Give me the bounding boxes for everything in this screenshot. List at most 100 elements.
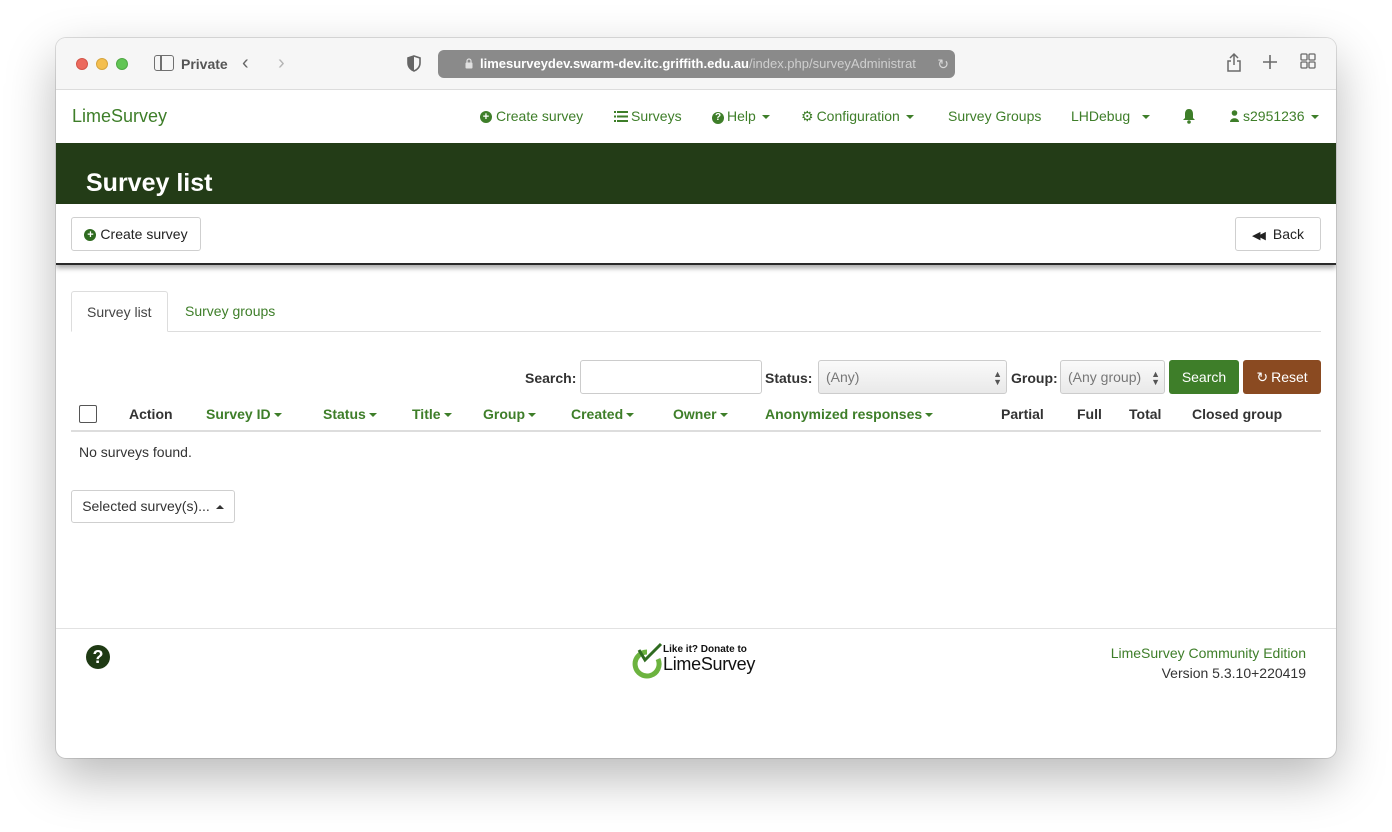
footer-divider	[56, 628, 1336, 629]
survey-table-header: Action Survey ID Status Title Group Crea…	[71, 396, 1321, 432]
edition-link[interactable]: LimeSurvey Community Edition	[1111, 645, 1306, 661]
browser-window: Private ‹ › limesurveydev.swarm-dev.itc.…	[56, 38, 1336, 758]
column-owner[interactable]: Owner	[673, 406, 728, 422]
column-title-label: Title	[412, 406, 441, 422]
nav-debug-label: LHDebug	[1071, 108, 1131, 124]
nav-configuration[interactable]: ⚙ Configuration	[801, 108, 914, 125]
search-input[interactable]	[580, 360, 762, 394]
caret-down-icon	[925, 413, 934, 418]
nav-surveys[interactable]: Surveys	[614, 108, 682, 124]
zoom-window-button[interactable]	[116, 58, 128, 70]
minimize-window-button[interactable]	[96, 58, 108, 70]
status-select[interactable]: (Any) ▲ ▼	[818, 360, 1007, 394]
browser-titlebar: Private ‹ › limesurveydev.swarm-dev.itc.…	[56, 38, 1336, 90]
column-partial: Partial	[1001, 406, 1044, 422]
nav-create-survey[interactable]: + Create survey	[480, 108, 583, 124]
shield-icon[interactable]	[407, 55, 421, 72]
plus-circle-icon: +	[480, 111, 492, 123]
column-status-label: Status	[323, 406, 366, 422]
selected-surveys-dropdown[interactable]: Selected survey(s)...	[71, 490, 235, 523]
brand-logo[interactable]: LimeSurvey	[72, 106, 167, 127]
tab-overview-icon[interactable]	[1300, 52, 1316, 74]
column-full: Full	[1077, 406, 1102, 422]
version-text: Version 5.3.10+220419	[1161, 665, 1306, 681]
column-group[interactable]: Group	[483, 406, 536, 422]
bell-icon[interactable]	[1182, 108, 1196, 124]
nav-survey-groups[interactable]: Survey Groups	[948, 108, 1041, 124]
column-action: Action	[129, 406, 173, 422]
question-circle-icon: ?	[712, 112, 724, 124]
tab-survey-list[interactable]: Survey list	[71, 291, 168, 332]
forward-arrow-icon[interactable]: ›	[278, 53, 285, 73]
column-owner-label: Owner	[673, 406, 717, 422]
backward-icon: ◀◀	[1251, 230, 1266, 242]
new-tab-icon[interactable]	[1262, 52, 1278, 74]
nav-configuration-label: Configuration	[816, 108, 900, 124]
caret-down-icon	[719, 413, 728, 418]
reload-icon[interactable]: ↻	[933, 50, 949, 78]
nav-surveys-label: Surveys	[631, 108, 682, 124]
column-group-label: Group	[483, 406, 525, 422]
nav-user-label: s2951236	[1243, 108, 1305, 124]
updown-arrows-icon: ▲ ▼	[1151, 369, 1160, 387]
share-icon[interactable]	[1226, 52, 1242, 77]
search-button[interactable]: Search	[1169, 360, 1239, 394]
caret-down-icon	[1310, 115, 1319, 120]
sidebar-toggle-icon[interactable]	[154, 55, 174, 71]
caret-down-icon	[273, 413, 282, 418]
nav-help[interactable]: ? Help	[712, 108, 770, 124]
list-icon	[614, 111, 628, 122]
nav-user-menu[interactable]: s2951236	[1230, 108, 1319, 124]
page-title: Survey list	[86, 169, 213, 197]
close-window-button[interactable]	[76, 58, 88, 70]
nav-help-label: Help	[727, 108, 756, 124]
donate-bottom-text: LimeSurvey	[663, 654, 756, 674]
column-created[interactable]: Created	[571, 406, 635, 422]
status-select-value: (Any)	[826, 369, 860, 385]
reset-button-label: Reset	[1271, 369, 1308, 385]
back-button[interactable]: ◀◀ Back	[1235, 217, 1321, 251]
column-survey-id[interactable]: Survey ID	[206, 406, 282, 422]
nav-create-survey-label: Create survey	[496, 108, 584, 124]
group-select[interactable]: (Any group) ▲ ▼	[1060, 360, 1165, 394]
column-status[interactable]: Status	[323, 406, 377, 422]
lock-icon	[465, 58, 473, 69]
back-arrow-icon[interactable]: ‹	[242, 53, 249, 73]
action-toolbar: + Create survey ◀◀ Back	[56, 204, 1336, 265]
help-icon[interactable]: ?	[86, 645, 110, 669]
selected-surveys-label: Selected survey(s)...	[82, 498, 210, 514]
group-label: Group:	[1011, 370, 1058, 386]
column-survey-id-label: Survey ID	[206, 406, 271, 422]
select-all-checkbox[interactable]	[79, 405, 97, 423]
empty-table-message: No surveys found.	[79, 444, 192, 460]
caret-down-icon	[443, 413, 452, 418]
search-label: Search:	[525, 370, 577, 386]
caret-down-icon	[905, 115, 914, 120]
private-label: Private	[181, 56, 228, 72]
plus-circle-icon: +	[84, 229, 97, 241]
caret-down-icon	[368, 413, 377, 418]
caret-up-icon	[215, 505, 224, 510]
page-header: Survey list	[56, 143, 1336, 204]
address-bar[interactable]: limesurveydev.swarm-dev.itc.griffith.edu…	[438, 50, 955, 78]
reset-button[interactable]: ↻ Reset	[1243, 360, 1321, 394]
column-title[interactable]: Title	[412, 406, 452, 422]
main-navbar: LimeSurvey + Create survey Surveys ? Help …	[56, 91, 1336, 143]
column-anonymized[interactable]: Anonymized responses	[765, 406, 934, 422]
donate-link[interactable]: Like it? Donate to LimeSurvey	[631, 642, 761, 680]
column-closed-group: Closed group	[1192, 406, 1283, 422]
column-total: Total	[1129, 406, 1162, 422]
user-icon	[1230, 110, 1239, 122]
nav-debug[interactable]: LHDebug	[1071, 108, 1151, 124]
refresh-icon: ↻	[1256, 369, 1269, 385]
column-created-label: Created	[571, 406, 624, 422]
caret-down-icon	[528, 413, 536, 418]
limesurvey-logo-icon	[632, 642, 663, 679]
url-host: limesurveydev.swarm-dev.itc.griffith.edu…	[480, 56, 749, 71]
create-survey-button[interactable]: + Create survey	[71, 217, 201, 251]
column-anonymized-label: Anonymized responses	[765, 406, 923, 422]
tab-survey-groups[interactable]: Survey groups	[170, 291, 290, 332]
updown-arrows-icon: ▲ ▼	[993, 369, 1002, 387]
back-button-label: Back	[1272, 226, 1305, 242]
url-path: /index.php/surveyAdministrat	[749, 56, 916, 71]
